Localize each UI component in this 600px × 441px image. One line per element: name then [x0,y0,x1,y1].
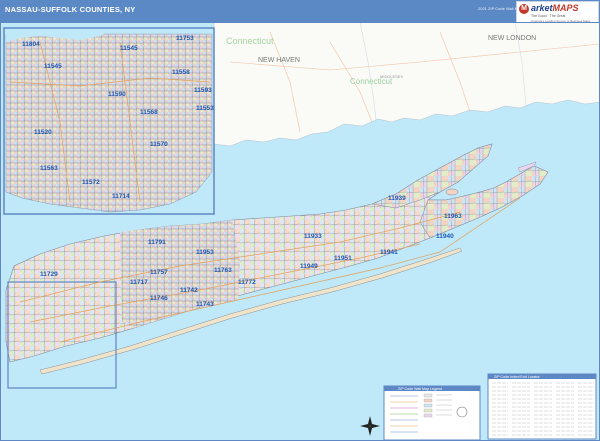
inset-zip-label-4: 11545 [44,63,62,70]
inset-zip-label-7: 11593 [194,87,212,94]
zip-label-14: 11729 [40,271,58,278]
zip-label-8: 11951 [334,255,352,262]
inset-zip-label-6: 11590 [108,91,126,98]
inset-zip-label-5: 11558 [172,69,190,76]
zip-label-17: 11743 [196,301,214,308]
zip-label-9: 11763 [214,267,232,274]
zip-label-2: 11963 [444,213,462,220]
map-title: NASSAU-SUFFOLK COUNTIES, NY [5,5,136,14]
legend-title: ZIP Code Wall Map Legend [398,387,442,391]
zip-label-12: 11717 [130,279,148,286]
inset-map [3,27,215,215]
inset-zip-label-13: 11572 [82,179,100,186]
county-label-middlesex: MIDDLESEX [380,74,403,79]
zip-label-16: 11746 [150,295,168,302]
logo-wordmark: arketMAPS [531,3,579,13]
inset-zip-label-10: 11520 [34,129,52,136]
index-title: ZIP Code Index/Grid Locator [494,375,540,379]
inset-zip-label-1: 11804 [22,41,40,48]
inset-zip-label-2: 11545 [120,45,138,52]
zip-label-11: 11757 [150,269,168,276]
state-label-connecticut: Connecticut [226,36,274,46]
zip-label-1: 11939 [388,195,406,202]
zip-label-7: 11949 [300,263,318,270]
shelter-island [445,188,459,196]
zip-label-10: 11772 [238,279,256,286]
inset-zip-label-14: 11714 [112,193,130,200]
inset-zip-label-9: 11553 [196,105,214,112]
logo-mark-icon: M [519,4,529,14]
zip-label-3: 11933 [304,233,322,240]
inset-zip-label-3: 11753 [176,35,194,42]
zip-code-map: Connecticut Connecticut NEW HAVEN NEW LO… [0,22,600,441]
zip-label-4: 11791 [148,239,166,246]
map-legend: ZIP Code Wall Map Legend [383,385,481,441]
county-label-new-london: NEW LONDON [488,35,536,42]
inset-zip-label-12: 11563 [40,165,58,172]
logo-tagline: The Good · The Great [531,14,566,18]
zip-label-13: 11742 [180,287,198,294]
zip-label-6: 11941 [380,249,398,256]
zip-label-15: 11940 [436,233,454,240]
county-label-new-haven: NEW HAVEN [258,57,300,64]
zip-index-grid: ZIP Code Index/Grid Locator [487,373,597,440]
inset-zip-label-11: 11570 [150,141,168,148]
title-bar: NASSAU-SUFFOLK COUNTIES, NY 2021 ZIP Cod… [0,0,600,28]
inset-zip-label-8: 11568 [140,109,158,116]
zip-label-5: 11953 [196,249,214,256]
